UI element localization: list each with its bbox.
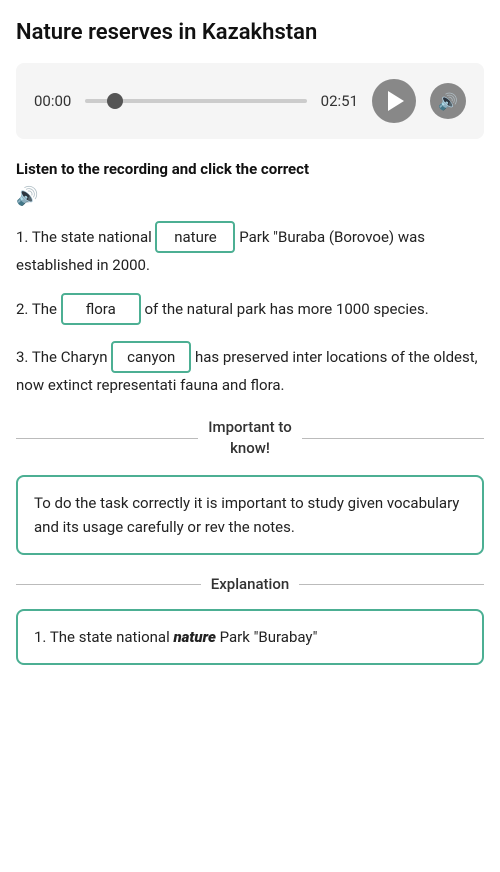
audio-time-end: 02:51 <box>321 92 358 110</box>
info-box-text: To do the task correctly it is important… <box>34 494 459 536</box>
explanation-divider: Explanation <box>16 575 484 593</box>
play-icon <box>388 91 404 111</box>
explanation-line-right <box>299 584 484 585</box>
important-to-know-divider: Important toknow! <box>16 417 484 459</box>
audio-volume-button[interactable]: 🔊 <box>430 83 466 119</box>
explanation-prefix: 1. The state national <box>34 628 173 646</box>
volume-icon: 🔊 <box>438 92 458 111</box>
q1-answer-box[interactable]: nature <box>155 221 235 253</box>
explanation-box: 1. The state national nature Park "Burab… <box>16 609 484 665</box>
q2-answer-box[interactable]: flora <box>61 293 141 325</box>
page-container: Nature reserves in Kazakhstan 00:00 02:5… <box>0 0 500 685</box>
explanation-label: Explanation <box>211 575 289 593</box>
q2-number: 2. <box>16 300 28 318</box>
instruction-text: Listen to the recording and click the co… <box>16 159 484 180</box>
divider-line-left <box>16 438 198 439</box>
question-3: 3. The Charyn canyon has preserved inter… <box>16 341 484 397</box>
audio-player: 00:00 02:51 🔊 <box>16 63 484 139</box>
divider-line-right <box>302 438 484 439</box>
question-2: 2. The flora of the natural park has mor… <box>16 293 484 325</box>
audio-progress-track[interactable] <box>85 99 306 103</box>
audio-play-button[interactable] <box>372 79 416 123</box>
questions-section: 1. The state national nature Park "Burab… <box>16 221 484 397</box>
explanation-bold-answer: nature <box>173 628 215 646</box>
q2-suffix: of the natural park has more 1000 specie… <box>144 300 428 318</box>
q1-prefix: The state national <box>32 228 152 246</box>
page-title: Nature reserves in Kazakhstan <box>16 20 484 45</box>
q3-prefix: The Charyn <box>32 348 108 366</box>
explanation-suffix: Park "Burabay" <box>216 628 318 646</box>
q3-answer-box[interactable]: canyon <box>111 341 191 373</box>
q3-number: 3. <box>16 348 28 366</box>
audio-time-start: 00:00 <box>34 92 71 110</box>
divider-label: Important toknow! <box>208 417 291 459</box>
question-1: 1. The state national nature Park "Burab… <box>16 221 484 277</box>
audio-progress-thumb[interactable] <box>107 93 123 109</box>
explanation-line-left <box>16 584 201 585</box>
q1-number: 1. <box>16 228 28 246</box>
q2-prefix: The <box>32 300 57 318</box>
instruction-audio-icon: 🔊 <box>16 186 484 207</box>
info-box: To do the task correctly it is important… <box>16 475 484 555</box>
